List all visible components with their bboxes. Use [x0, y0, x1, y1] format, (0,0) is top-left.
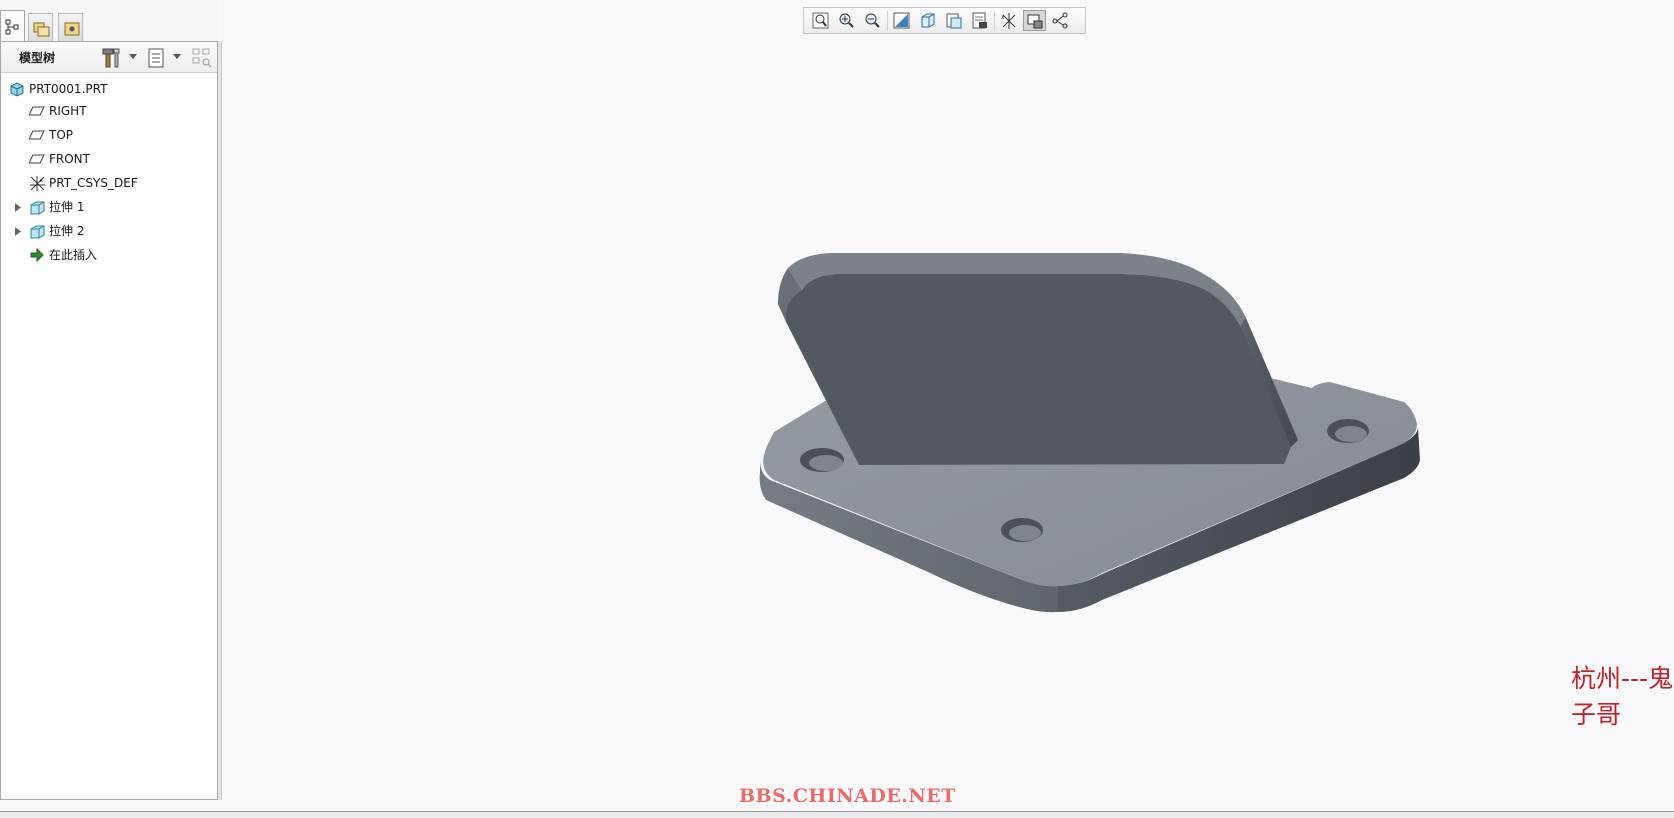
coordinate-system-icon: x [30, 176, 45, 191]
view-manager-icon [972, 12, 987, 29]
insert-here-arrow-icon [30, 247, 44, 263]
expand-arrow-icon[interactable] [14, 203, 22, 212]
status-bar [0, 811, 1674, 818]
filter-icon[interactable] [191, 47, 213, 69]
folder-browser-icon [33, 22, 50, 37]
view-manager-button[interactable] [968, 10, 991, 31]
tree-item-label: FRONT [49, 152, 90, 166]
graphics-window[interactable]: 杭州---鬼子哥 [222, 0, 1674, 810]
display-style-button[interactable] [916, 10, 939, 31]
tree-structure-icon [5, 19, 19, 35]
creo-application-window: 模型树 PRT0001.PRT RIGHT TOP FRONT x PRT_CS… [0, 0, 1674, 818]
graphics-toolbar: x [803, 7, 1086, 34]
mounting-hole-right-inner [1335, 426, 1367, 442]
repaint-button[interactable] [890, 10, 913, 31]
zoom-out-icon [865, 13, 880, 28]
chevron-down-icon[interactable] [129, 54, 137, 60]
svg-text:x: x [40, 178, 43, 184]
annotation-display-button[interactable] [1049, 10, 1072, 31]
navigator-tabs [0, 0, 219, 42]
folder-browser-tab[interactable] [28, 13, 53, 41]
part-icon [10, 82, 24, 97]
site-watermark: BBS.CHINADE.NET [739, 785, 956, 807]
refit-button[interactable] [809, 10, 832, 31]
show-icon[interactable] [146, 47, 168, 69]
mounting-hole-left-inner [809, 455, 843, 471]
author-watermark: 杭州---鬼子哥 [1571, 664, 1674, 729]
tree-item-label: 拉伸 2 [49, 224, 85, 238]
model-tree-tab[interactable] [0, 10, 25, 42]
saved-orientations-button[interactable] [942, 10, 965, 31]
datum-display-icon: x [1001, 13, 1016, 29]
svg-text:x: x [1001, 14, 1005, 21]
toolbar-separator [994, 11, 995, 31]
mounting-hole-front-inner [1009, 525, 1041, 541]
tree-item-label: PRT_CSYS_DEF [49, 176, 138, 190]
tree-item-label: TOP [49, 128, 74, 142]
datum-plane-icon [29, 154, 45, 164]
model-tree-title: 模型树 [19, 51, 56, 65]
favorites-icon [64, 22, 80, 36]
annotation-display-icon [1052, 12, 1068, 29]
settings-tools-icon[interactable] [101, 47, 125, 69]
spin-center-icon [1027, 14, 1043, 29]
spin-center-button[interactable] [1023, 10, 1046, 31]
3d-model-viewport[interactable] [222, 0, 1674, 810]
tree-item-label: PRT0001.PRT [29, 82, 108, 96]
zoom-in-button[interactable] [835, 10, 858, 31]
datum-display-button[interactable]: x [997, 10, 1020, 31]
zoom-out-button[interactable] [861, 10, 884, 31]
repaint-icon [893, 12, 910, 29]
toolbar-separator [887, 11, 888, 31]
extrude-icon [30, 201, 45, 215]
navigator-panel: 模型树 PRT0001.PRT RIGHT TOP FRONT x PRT_CS… [0, 0, 222, 800]
display-style-icon [921, 13, 935, 28]
expand-arrow-icon[interactable] [14, 227, 22, 236]
refit-icon [812, 12, 829, 29]
chevron-down-icon[interactable] [173, 54, 181, 60]
tree-item-label: 在此插入 [49, 248, 98, 262]
model-tree-toolbar: 模型树 [1, 42, 217, 73]
saved-views-icon [946, 13, 962, 29]
extrude-icon [30, 225, 45, 239]
zoom-in-icon [839, 13, 854, 28]
fin-front-face [785, 274, 1291, 465]
favorites-tab[interactable] [58, 13, 83, 41]
tree-item-label: 拉伸 1 [49, 200, 85, 214]
model-tree-pane: 模型树 PRT0001.PRT RIGHT TOP FRONT x PRT_CS… [0, 41, 218, 800]
datum-plane-icon [29, 130, 45, 140]
tree-item-label: RIGHT [49, 104, 87, 118]
datum-plane-icon [29, 106, 45, 116]
